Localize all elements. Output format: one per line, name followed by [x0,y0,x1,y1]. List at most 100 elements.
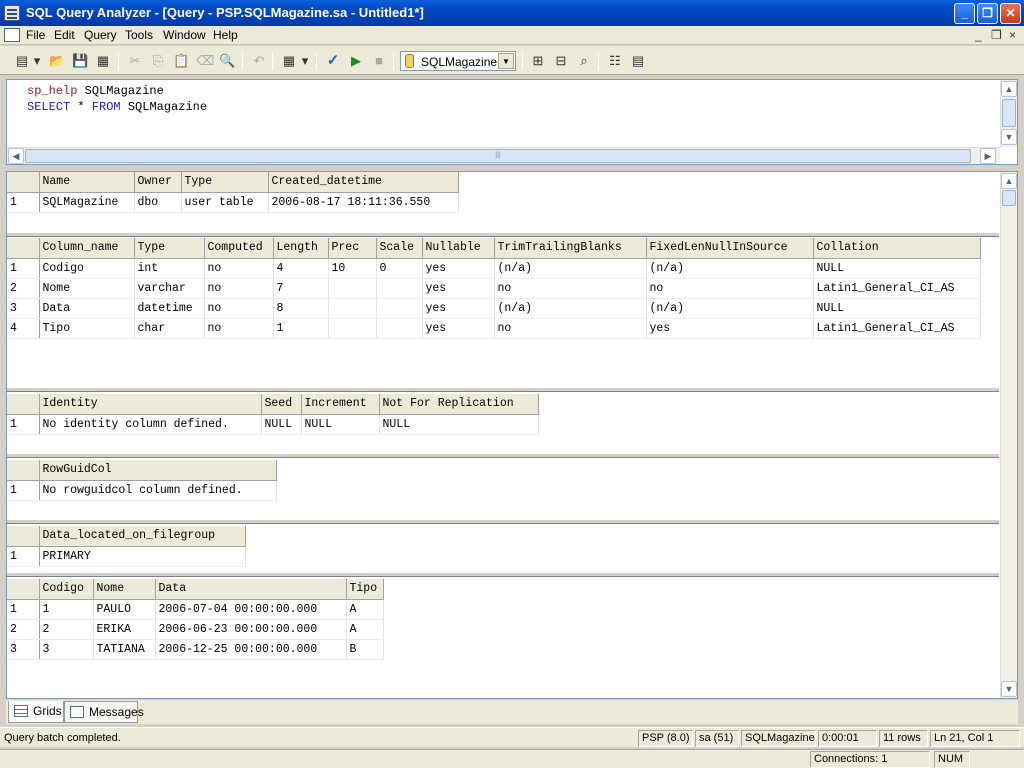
grid-cell[interactable]: varchar [134,278,205,299]
results-vertical-scrollbar[interactable]: ▲ ▼ [1000,172,1017,698]
column-header[interactable]: Nullable [422,238,495,259]
column-header[interactable]: RowGuidCol [39,460,277,481]
row-number[interactable]: 2 [7,619,40,640]
column-header[interactable]: FixedLenNullInSource [646,238,814,259]
column-header[interactable]: Data_located_on_filegroup [39,526,246,547]
column-header[interactable]: Scale [376,238,423,259]
close-button[interactable]: ✕ [1000,3,1021,24]
column-header[interactable]: Collation [813,238,981,259]
column-header[interactable]: Column_name [39,238,135,259]
scroll-down-icon[interactable]: ▼ [1001,129,1017,145]
column-header[interactable]: TrimTrailingBlanks [494,238,647,259]
mdi-minimize-button[interactable]: _ [975,28,982,42]
grid-cell[interactable]: No rowguidcol column defined. [39,480,277,501]
grid-cell[interactable]: 8 [273,298,329,319]
grid-cell[interactable] [328,278,377,299]
grid-cell[interactable] [376,298,423,319]
grid-cell[interactable]: Latin1_General_CI_AS [813,318,981,339]
grid-splitter[interactable] [7,453,999,458]
grid-cell[interactable]: (n/a) [646,258,814,279]
paste-icon[interactable]: 📋 [173,53,189,69]
grid-cell[interactable]: (n/a) [494,298,647,319]
column-header[interactable]: Seed [261,394,302,415]
undo-icon[interactable]: ↶ [251,53,267,69]
grid-cell[interactable]: Codigo [39,258,135,279]
column-header[interactable]: Codigo [39,579,94,600]
grid-cell[interactable]: 2 [39,619,94,640]
table-row[interactable]: 3 Data datetime no 8 yes (n/a) (n/a) NULL [7,298,981,319]
cut-icon[interactable]: ✂ [127,53,143,69]
grid-cell[interactable]: 2006-12-25 00:00:00.000 [155,639,347,660]
menu-tools[interactable]: Tools [125,28,153,42]
save-icon[interactable]: 💾 [72,53,88,69]
editor-vertical-scrollbar[interactable]: ▲ ▼ [1000,80,1017,147]
menu-edit[interactable]: Edit [54,28,75,42]
grid-cell[interactable]: 2006-07-04 00:00:00.000 [155,599,347,620]
grid-cell[interactable]: 1 [273,318,329,339]
scroll-right-icon[interactable]: ▶ [980,148,996,164]
grid-splitter[interactable] [7,232,999,237]
table-row[interactable]: 1 PRIMARY [7,546,246,567]
grid-cell[interactable]: PRIMARY [39,546,246,567]
tab-messages[interactable]: Messages [64,701,144,723]
grid-cell[interactable]: PAULO [93,599,156,620]
parse-query-icon[interactable]: ✓ [325,53,341,69]
grid-cell[interactable]: no [494,318,647,339]
grid-cell[interactable] [328,298,377,319]
grid-cell[interactable]: yes [422,318,495,339]
grid-cell[interactable]: 0 [376,258,423,279]
grid-cell[interactable]: 2006-06-23 00:00:00.000 [155,619,347,640]
grid-cell[interactable]: user table [181,192,269,213]
grid-cell[interactable]: no [494,278,647,299]
grid-cell[interactable]: TATIANA [93,639,156,660]
object-search-icon[interactable]: ⌕ [576,53,592,69]
table-row[interactable]: 2 Nome varchar no 7 yes no no Latin1_General_CI_… [7,278,981,299]
grid-corner-cell[interactable] [7,238,40,259]
object-browser-icon[interactable]: ⊞ [530,53,546,69]
grid-cell[interactable]: 4 [273,258,329,279]
grid-cell[interactable]: no [204,278,274,299]
column-header[interactable]: Increment [301,394,380,415]
grid-cell[interactable]: char [134,318,205,339]
grid-cell[interactable]: Data [39,298,135,319]
current-connection-properties-icon[interactable]: ☷ [607,53,623,69]
table-row[interactable]: 3 3 TATIANA 2006-12-25 00:00:00.000 B [7,639,384,660]
column-header[interactable]: Computed [204,238,274,259]
scroll-thumb[interactable] [1002,190,1016,206]
row-number[interactable]: 3 [7,298,40,319]
grid-cell[interactable]: yes [646,318,814,339]
row-number[interactable]: 1 [7,414,40,435]
column-header[interactable]: Not For Replication [379,394,539,415]
row-number[interactable]: 1 [7,599,40,620]
grid-cell[interactable]: no [204,318,274,339]
column-header[interactable]: Type [134,238,205,259]
grid-cell[interactable]: dbo [134,192,182,213]
grid-cell[interactable]: No identity column defined. [39,414,262,435]
query-analyzer-app-icon[interactable] [4,5,20,21]
grid-cell[interactable] [328,318,377,339]
grid-splitter[interactable] [7,572,999,577]
document-icon[interactable] [4,28,20,42]
grid-cell[interactable]: int [134,258,205,279]
query-editor[interactable]: sp_help SQLMagazine SELECT * FROM SQLMag… [6,79,1018,165]
database-select[interactable]: SQLMagazine ▼ [400,51,516,71]
mdi-close-button[interactable]: × [1009,28,1016,42]
column-header[interactable]: Name [39,172,135,193]
scroll-thumb[interactable]: ||| [25,149,971,163]
column-header[interactable]: Tipo [346,579,384,600]
grid-cell[interactable]: yes [422,278,495,299]
cancel-query-icon[interactable]: ■ [371,53,387,69]
grid-cell[interactable]: NULL [813,258,981,279]
grid-cell[interactable]: yes [422,298,495,319]
maximize-button[interactable]: ❐ [977,3,998,24]
row-number[interactable]: 4 [7,318,40,339]
new-query-icon[interactable]: ▤ [14,53,30,69]
grid-cell[interactable]: NULL [379,414,539,435]
grid-cell[interactable] [376,278,423,299]
column-header[interactable]: Length [273,238,329,259]
row-number[interactable]: 1 [7,480,40,501]
table-row[interactable]: 1 No identity column defined. NULL NULL NULL [7,414,539,435]
column-header[interactable]: Owner [134,172,182,193]
row-number[interactable]: 3 [7,639,40,660]
grid-cell[interactable]: (n/a) [646,298,814,319]
